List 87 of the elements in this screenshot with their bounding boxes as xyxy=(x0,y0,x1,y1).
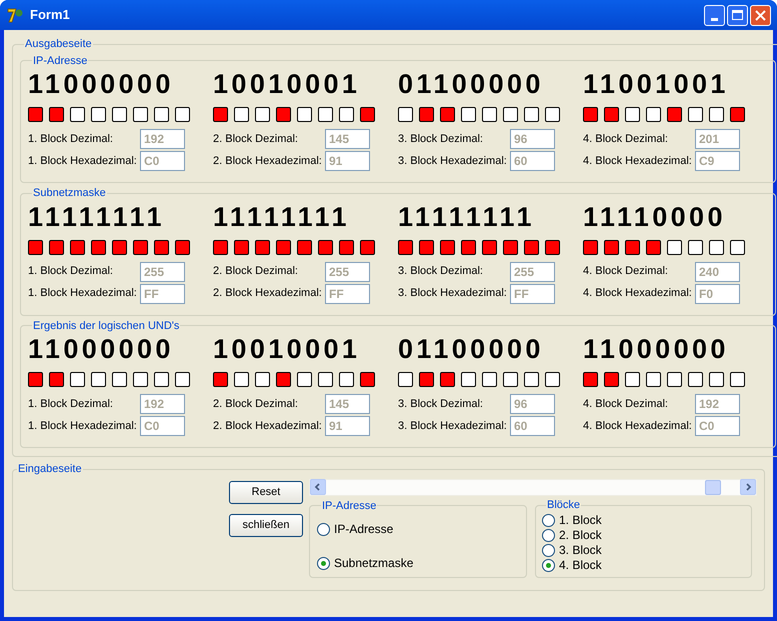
scroll-bar[interactable] xyxy=(309,478,757,496)
decimal-field[interactable]: 192 xyxy=(140,394,185,414)
hex-field[interactable]: FF xyxy=(325,284,370,304)
scroll-right-button[interactable] xyxy=(740,479,756,495)
field-label: 2. Block Hexadezimal: xyxy=(213,418,323,434)
decimal-field[interactable]: 255 xyxy=(140,262,185,282)
radio-option[interactable]: IP-Adresse xyxy=(317,520,519,538)
decimal-field[interactable]: 240 xyxy=(695,262,740,282)
field-label: 3. Block Hexadezimal: xyxy=(398,418,508,434)
radio-option[interactable]: 1. Block xyxy=(542,512,745,528)
field-label: 2. Block Hexadezimal: xyxy=(213,154,323,169)
decimal-field[interactable]: 255 xyxy=(510,262,555,282)
command-button[interactable]: Reset xyxy=(229,480,303,504)
radio-option[interactable]: 2. Block xyxy=(542,528,745,542)
field-label: 1. Block Hexadezimal: xyxy=(28,286,138,302)
group-title: IP-Adresse xyxy=(32,54,88,68)
hex-field[interactable]: C0 xyxy=(140,416,185,436)
field-label: 3. Block Dezimal: xyxy=(398,132,484,147)
scroll-left-button[interactable] xyxy=(310,479,326,495)
binary-value: 10010001 xyxy=(213,69,362,101)
hex-field[interactable]: C9 xyxy=(695,151,740,171)
group-title: Subnetzmaske xyxy=(32,186,107,201)
minimize-button[interactable] xyxy=(704,4,725,26)
group-title: Ergebnis der logischen UND's xyxy=(32,318,180,334)
hex-field[interactable]: 91 xyxy=(325,151,370,171)
field-label: 4. Block Dezimal: xyxy=(583,264,669,280)
binary-value: 11111111 xyxy=(213,202,351,234)
hex-field[interactable]: F0 xyxy=(695,284,740,304)
group-title: Blöcke xyxy=(546,498,582,512)
field-label: 4. Block Hexadezimal: xyxy=(583,418,693,434)
field-label: 4. Block Dezimal: xyxy=(583,132,669,147)
command-button[interactable]: schließen xyxy=(229,514,303,536)
field-label: 3. Block Hexadezimal: xyxy=(398,286,508,302)
maximize-button[interactable] xyxy=(727,4,748,26)
close-button[interactable] xyxy=(750,4,771,26)
binary-value: 11001001 xyxy=(583,69,730,101)
hex-field[interactable]: FF xyxy=(140,284,185,304)
group-title: IP-Adresse xyxy=(321,498,378,514)
decimal-field[interactable]: 192 xyxy=(140,129,185,149)
decimal-field[interactable]: 201 xyxy=(695,129,740,149)
field-label: 1. Block Hexadezimal: xyxy=(28,418,138,434)
radio-option[interactable]: 3. Block xyxy=(542,542,745,558)
binary-value: 10010001 xyxy=(213,334,362,366)
field-label: 1. Block Dezimal: xyxy=(28,132,114,147)
binary-value: 11000000 xyxy=(28,69,175,101)
radio-option[interactable]: 4. Block xyxy=(542,558,745,572)
field-label: 1. Block Dezimal: xyxy=(28,396,114,412)
field-label: 2. Block Hexadezimal: xyxy=(213,286,323,302)
field-label: 2. Block Dezimal: xyxy=(213,264,299,280)
window-title: Form1 xyxy=(30,6,70,24)
chevron-left-icon xyxy=(314,483,322,491)
field-label: 4. Block Dezimal: xyxy=(583,396,669,412)
field-label: 4. Block Hexadezimal: xyxy=(583,286,693,302)
field-label: 3. Block Hexadezimal: xyxy=(398,154,508,169)
scroll-thumb[interactable] xyxy=(705,480,721,494)
radio-option[interactable]: Subnetzmaske xyxy=(317,554,519,572)
binary-value: 11000000 xyxy=(583,334,730,366)
binary-value: 11000000 xyxy=(28,334,175,366)
binary-value: 01100000 xyxy=(398,334,545,366)
decimal-field[interactable]: 192 xyxy=(695,394,740,414)
field-label: 2. Block Dezimal: xyxy=(213,132,299,147)
decimal-field[interactable]: 96 xyxy=(510,394,555,414)
hex-field[interactable]: 91 xyxy=(325,416,370,436)
close-icon xyxy=(755,10,766,20)
binary-value: 11111111 xyxy=(398,202,536,234)
field-label: 1. Block Dezimal: xyxy=(28,264,114,280)
group-title: Ausgabeseite xyxy=(24,37,93,52)
chevron-right-icon xyxy=(744,483,752,491)
decimal-field[interactable]: 255 xyxy=(325,262,370,282)
binary-value: 01100000 xyxy=(398,69,545,101)
field-label: 3. Block Dezimal: xyxy=(398,264,484,280)
field-label: 1. Block Hexadezimal: xyxy=(28,154,138,169)
hex-field[interactable]: 60 xyxy=(510,151,555,171)
decimal-field[interactable]: 145 xyxy=(325,394,370,414)
field-label: 3. Block Dezimal: xyxy=(398,396,484,412)
field-label: 4. Block Hexadezimal: xyxy=(583,154,693,169)
decimal-field[interactable]: 96 xyxy=(510,129,555,149)
hex-field[interactable]: 60 xyxy=(510,416,555,436)
app-icon xyxy=(6,6,24,24)
hex-field[interactable]: C0 xyxy=(140,151,185,171)
group-title: Eingabeseite xyxy=(17,462,83,477)
decimal-field[interactable]: 145 xyxy=(325,129,370,149)
hex-field[interactable]: FF xyxy=(510,284,555,304)
binary-value: 11111111 xyxy=(28,202,166,234)
hex-field[interactable]: C0 xyxy=(695,416,740,436)
field-label: 2. Block Dezimal: xyxy=(213,396,299,412)
binary-value: 11110000 xyxy=(583,202,727,234)
